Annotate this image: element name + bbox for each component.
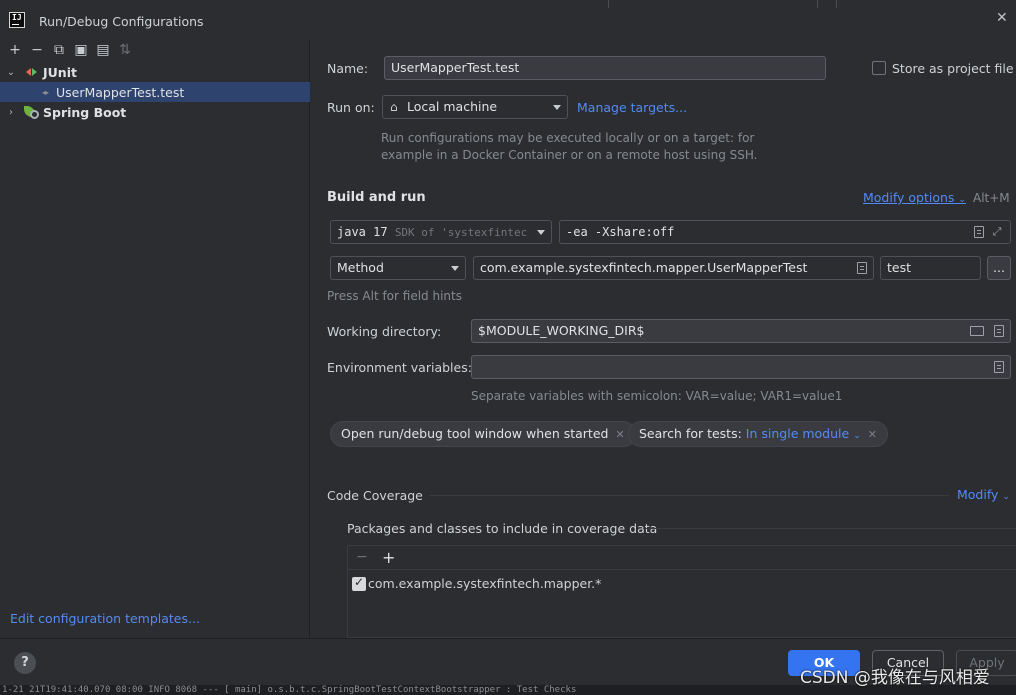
name-input[interactable]: UserMapperTest.test <box>384 56 826 80</box>
copy-icon[interactable]: ⧉ <box>48 41 70 59</box>
store-as-project-file-checkbox[interactable] <box>872 61 886 75</box>
spring-boot-icon <box>24 105 40 119</box>
name-label: Name: <box>327 61 369 76</box>
browse-class-icon[interactable] <box>857 262 867 274</box>
junit-icon <box>26 67 40 77</box>
configurations-sidebar: + − ⧉ ▣ ▤ ⇅ ⌄ JUnit ◂▸ UserMapperTest.te… <box>0 40 310 638</box>
expand-text-icon[interactable] <box>974 226 984 238</box>
add-pattern-icon[interactable]: + <box>382 548 395 567</box>
test-kind-dropdown[interactable]: Method <box>330 256 466 280</box>
tree-item-label: JUnit <box>43 64 77 80</box>
configuration-editor: Name: UserMapperTest.test Store as proje… <box>311 40 1016 638</box>
background-divider <box>608 0 609 8</box>
manage-targets-link[interactable]: Manage targets... <box>577 100 687 115</box>
run-on-dropdown[interactable]: ⌂ Local machine <box>382 95 568 119</box>
csdn-watermark: CSDN @我像在与风相爱 <box>800 668 990 688</box>
run-on-value: Local machine <box>407 99 498 114</box>
method-input[interactable]: test <box>880 256 981 280</box>
chevron-down-icon[interactable]: ⌄ <box>4 67 18 78</box>
home-icon: ⌂ <box>390 100 398 114</box>
window-title: Run/Debug Configurations <box>39 14 204 29</box>
add-icon[interactable]: + <box>4 41 26 59</box>
coverage-toolbar: − + <box>348 546 1016 570</box>
sidebar-toolbar: + − ⧉ ▣ ▤ ⇅ <box>4 40 136 60</box>
working-directory-value: $MODULE_WORKING_DIR$ <box>478 323 645 338</box>
save-icon[interactable]: ▣ <box>70 41 92 59</box>
title-bar: IJ Run/Debug Configurations ✕ <box>0 0 1016 40</box>
coverage-patterns-list: − + com.example.systexfintech.mapper.* <box>347 545 1016 638</box>
tree-item-junit[interactable]: ⌄ JUnit <box>0 62 310 82</box>
close-icon[interactable]: ✕ <box>996 10 1012 28</box>
run-on-hint-line2: example in a Docker Container or on a re… <box>381 148 758 162</box>
coverage-item-checkbox[interactable] <box>352 575 366 591</box>
open-tool-window-chip[interactable]: Open run/debug tool window when started ✕ <box>330 421 636 447</box>
test-kind-value: Method <box>337 260 384 275</box>
folder-icon[interactable] <box>970 326 984 336</box>
modify-options-shortcut: Alt+M <box>973 191 1010 205</box>
class-value: com.example.systexfintech.mapper.UserMap… <box>480 260 808 275</box>
field-hint: Press Alt for field hints <box>327 289 462 303</box>
background-divider <box>817 0 818 8</box>
coverage-packages-label: Packages and classes to include in cover… <box>347 521 658 536</box>
vm-options-input[interactable]: -ea -Xshare:off ⤢ <box>559 220 1011 244</box>
chevron-down-icon <box>537 230 545 235</box>
modify-options-link[interactable]: Modify options ⌄ <box>863 190 966 205</box>
jdk-dropdown[interactable]: java 17 SDK of 'systexfintec <box>330 220 552 244</box>
chevron-down-icon <box>451 266 459 271</box>
code-coverage-title: Code Coverage <box>327 488 423 503</box>
chevron-down-icon: ⌄ <box>853 431 861 441</box>
search-for-tests-chip[interactable]: Search for tests: In single module ⌄ ✕ <box>628 421 888 447</box>
browse-method-button[interactable]: ... <box>987 256 1011 280</box>
environment-variables-hint: Separate variables with semicolon: VAR=v… <box>471 389 843 403</box>
remove-icon[interactable]: − <box>26 41 48 59</box>
edit-variables-icon[interactable] <box>994 361 1004 373</box>
new-folder-icon[interactable]: ▤ <box>92 41 114 59</box>
vm-options-value: -ea -Xshare:off <box>566 225 675 239</box>
working-directory-input[interactable]: $MODULE_WORKING_DIR$ <box>471 319 1011 343</box>
run-on-label: Run on: <box>327 100 375 115</box>
environment-variables-input[interactable] <box>471 355 1011 379</box>
intellij-logo-icon: IJ <box>9 12 25 28</box>
chip-label: Search for tests: <box>639 426 742 441</box>
remove-pattern-icon[interactable]: − <box>356 549 368 565</box>
chevron-down-icon <box>553 105 561 110</box>
chip-label: Open run/debug tool window when started <box>341 426 609 441</box>
search-scope-dropdown[interactable]: In single module <box>746 426 849 441</box>
section-divider <box>643 528 1016 529</box>
remove-option-icon[interactable]: ✕ <box>615 428 624 441</box>
tree-item-spring-boot[interactable]: › Spring Boot <box>0 102 310 122</box>
coverage-item-label: com.example.systexfintech.mapper.* <box>368 576 602 591</box>
tree-item-label: UserMapperTest.test <box>56 84 185 100</box>
maximize-icon[interactable]: ⤢ <box>990 224 1004 240</box>
background-divider <box>836 0 837 8</box>
section-divider <box>429 495 949 496</box>
tree-item-label: Spring Boot <box>43 104 127 120</box>
tree-item-usermappertest[interactable]: ◂▸ UserMapperTest.test <box>0 82 310 102</box>
jdk-detail: SDK of 'systexfintec <box>394 226 528 239</box>
expand-text-icon[interactable] <box>994 325 1004 337</box>
class-input[interactable]: com.example.systexfintech.mapper.UserMap… <box>473 256 874 280</box>
configuration-tree: ⌄ JUnit ◂▸ UserMapperTest.test › Spring … <box>0 62 310 122</box>
test-method-icon: ◂▸ <box>42 87 49 97</box>
working-directory-label: Working directory: <box>327 324 442 339</box>
help-icon[interactable]: ? <box>14 652 36 674</box>
store-as-project-file-label: Store as project file <box>892 61 1014 76</box>
sort-icon[interactable]: ⇅ <box>114 41 136 59</box>
jdk-name: java 17 <box>337 225 388 239</box>
environment-variables-label: Environment variables: <box>327 360 472 375</box>
coverage-modify-link[interactable]: Modify ⌄ <box>957 487 1010 502</box>
run-on-hint-line1: Run configurations may be executed local… <box>381 131 755 145</box>
chevron-right-icon[interactable]: › <box>4 107 18 118</box>
build-and-run-title: Build and run <box>327 190 426 205</box>
edit-configuration-templates-link[interactable]: Edit configuration templates... <box>10 611 200 626</box>
remove-option-icon[interactable]: ✕ <box>868 428 877 441</box>
